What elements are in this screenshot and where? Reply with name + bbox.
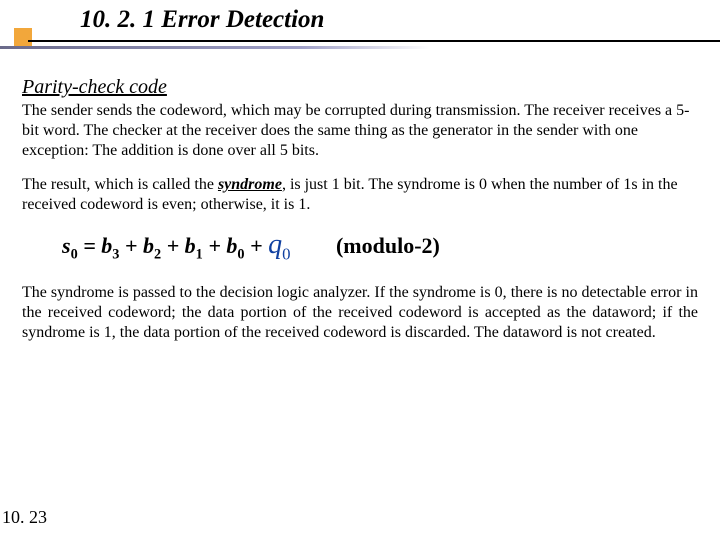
slide-content: Parity-check code The sender sends the c… [0,60,720,343]
sub-q0: 0 [282,245,290,264]
var-q: q [268,229,282,260]
para2-lead: The result, which is called the [22,176,218,193]
var-b: b [226,233,237,258]
var-b: b [101,233,112,258]
syndrome-formula: s0 = b3 + b2 + b1 + b0 + q0 (modulo-2) [62,229,698,265]
heading-rule-dark [28,40,720,42]
decor-square [14,28,32,46]
sub-b1: 1 [196,246,203,262]
var-b: b [185,233,196,258]
section-heading: 10. 2. 1 Error Detection [80,6,324,34]
equals: = [78,233,102,258]
plus-1: + [119,233,143,258]
plus-2: + [161,233,185,258]
sub-b0: 0 [237,246,244,262]
title-block: 10. 2. 1 Error Detection [0,0,720,60]
var-b: b [143,233,154,258]
subsection-title: Parity-check code [22,76,698,99]
paragraph-2: The result, which is called the syndrome… [22,175,698,215]
plus-4: + [245,233,269,258]
page-number: 10. 23 [2,507,47,528]
plus-3: + [203,233,227,258]
syndrome-term: syndrome [218,176,282,193]
paragraph-1: The sender sends the codeword, which may… [22,101,698,161]
var-s: s [62,233,71,258]
sub-s0: 0 [71,246,78,262]
heading-rule-gradient [0,46,430,49]
paragraph-3: The syndrome is passed to the decision l… [22,283,698,343]
modulo-label: (modulo-2) [336,233,440,258]
